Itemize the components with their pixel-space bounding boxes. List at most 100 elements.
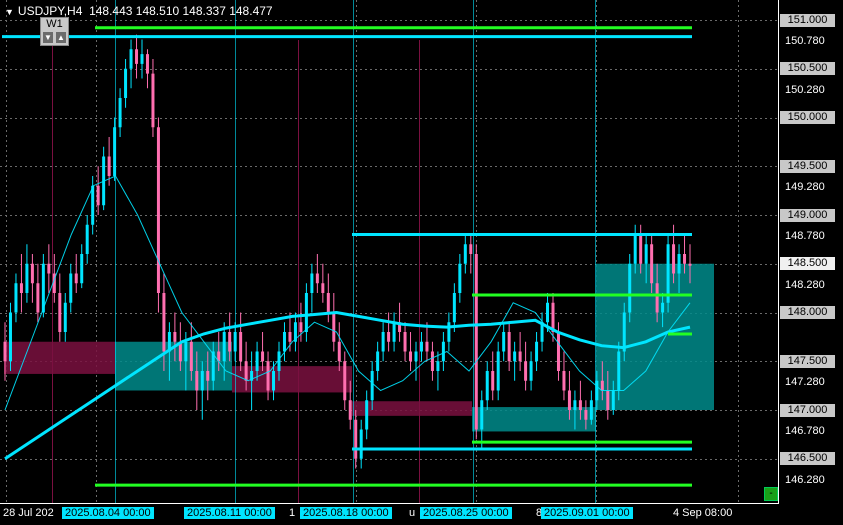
candle-body [403,332,407,352]
candle-body [36,283,40,313]
dropdown-triangle-icon[interactable]: ▼ [5,7,14,17]
candle-body [233,332,237,352]
time-axis-label: 2025.08.04 00:00 [62,507,154,520]
time-axis-label-text: 2025.09.01 00:00 [541,507,633,519]
time-axis-label-text: 28 Jul 202 [3,507,54,519]
candle-body [354,419,358,459]
candle-body [589,400,593,420]
candle-body [266,361,270,391]
candle-body [91,185,95,225]
candle-body [463,244,467,264]
candle-body [58,293,62,332]
candle-body [118,98,122,128]
candle-body [239,332,243,362]
price-level-label: 147.000 [780,403,835,417]
candle-body [436,361,440,371]
price-tick-label: 149.280 [785,181,825,194]
price-chart[interactable] [0,0,843,525]
time-axis-label: 28 Jul 202 [3,507,54,520]
price-tick-label: 146.280 [785,473,825,486]
candle-body [573,400,577,410]
candle-body [414,351,418,362]
ohlc-values: 148.443 148.510 148.337 148.477 [89,4,273,18]
arrow-down-icon[interactable]: ▼ [43,32,53,43]
candle-body [47,263,51,274]
time-axis-label-text: 4 Sep 08:00 [673,507,733,519]
candle-body [222,332,226,362]
candle-body [452,293,456,323]
zone-box [232,366,352,393]
candle-body [507,332,511,362]
arrow-up-icon[interactable]: ▲ [56,32,66,43]
candle-body [162,293,166,352]
candle-body [261,351,265,362]
candle-body [332,312,336,342]
candle-body [600,380,604,391]
time-axis-label: 4 Sep 08:00 [673,507,732,520]
timeframe-label: W1 [46,18,63,30]
candle-body [518,351,522,362]
candle-body [644,244,648,264]
candle-body [189,341,193,371]
candle-body [491,371,495,391]
candle-body [425,341,429,352]
candle-body [458,263,462,293]
candle-body [304,293,308,332]
candle-body [370,371,374,401]
candle-body [502,332,506,352]
price-tick-label: 148.780 [785,229,825,242]
candle-body [343,361,347,401]
price-level-label: 150.500 [780,62,835,76]
candle-body [272,371,276,391]
time-axis-label: 2025.08.25 00:00 [420,507,512,520]
candle-body [30,263,34,284]
price-level-label: 148.000 [780,306,835,319]
candle-body [173,332,177,342]
candle-body [151,73,155,128]
candle-body [200,371,204,391]
price-level-label: 150.000 [780,111,835,124]
price-level-label: 149.000 [780,208,835,222]
candle-body [496,351,500,391]
candle-body [688,263,692,266]
symbol-label: USDJPY,H4 [17,4,83,18]
candle-body [567,390,571,410]
candle-body [628,263,632,313]
candle-body [677,254,681,274]
price-tick-label: 147.280 [785,376,825,389]
candle-body [25,263,29,293]
candle-body [546,302,550,323]
candle-body [595,380,599,401]
candle-body [107,156,111,176]
candle-body [255,351,259,371]
candle-body [348,400,352,420]
time-axis-label-text: 2025.08.11 00:00 [184,507,275,519]
candle-body [430,351,434,371]
candle-body [80,254,84,284]
corner-toggle-button[interactable]: - [764,487,778,501]
candle-body [392,322,396,342]
candle-body [365,400,369,430]
candle-body [661,302,665,313]
candle-body [584,410,588,420]
candle-body [606,390,610,410]
time-axis-label-text: 2025.08.18 00:00 [300,507,392,519]
timeframe-switch-button[interactable]: W1 ▼ ▲ [40,17,69,46]
candle-body [19,283,23,293]
candle-body [387,332,391,342]
candle-body [441,341,445,362]
time-axis-label: u [409,507,415,520]
zone-box [352,401,472,416]
candle-body [485,371,489,401]
time-axis-label: 1 [289,507,295,520]
candle-body [480,400,484,430]
time-axis-label-text: 2025.08.04 00:00 [62,507,154,519]
candle-body [655,283,659,313]
candle-body [113,127,117,176]
candle-body [683,254,687,264]
candle-body [156,127,160,293]
candle-body [85,224,89,254]
candle-body [535,341,539,362]
time-axis-label: 2025.08.18 00:00 [300,507,392,520]
time-axis-label-text: 1 [289,507,296,519]
